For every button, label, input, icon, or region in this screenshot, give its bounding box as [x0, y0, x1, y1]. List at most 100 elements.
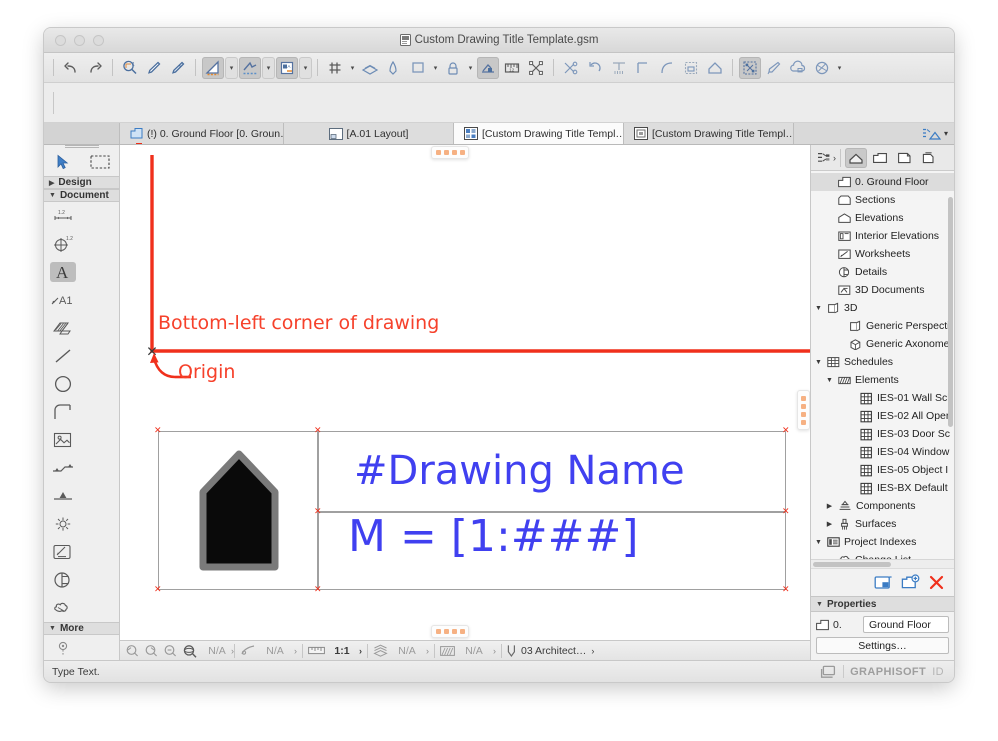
chevron-right-icon[interactable]: ▶	[825, 502, 834, 510]
drawing-title-block[interactable]: #Drawing Name M = [1:###] ✕ ✕ ✕ ✕ ✕ ✕ ✕ …	[154, 426, 790, 594]
status-value[interactable]: N/A	[261, 645, 289, 657]
chevron-right-icon[interactable]: ▶	[825, 520, 834, 528]
measure-magnifier-icon[interactable]: 1	[119, 57, 141, 79]
house-outline-icon[interactable]	[704, 57, 726, 79]
chevron-down-icon[interactable]: ▼	[814, 305, 823, 312]
navigator-vertical-scrollbar[interactable]	[948, 197, 953, 427]
navigator-item-generic-perspecti[interactable]: Generic Perspecti	[811, 317, 954, 335]
grid-hash-icon[interactable]	[324, 57, 346, 79]
cloud-revision-icon[interactable]	[787, 57, 809, 79]
story-name-field[interactable]: Ground Floor	[863, 616, 949, 633]
toolbox-group-document[interactable]: ▼ Document	[44, 189, 119, 202]
selection-node[interactable]: ✕	[782, 507, 790, 516]
new-view-plus-icon[interactable]	[901, 574, 920, 591]
project-map-button[interactable]	[845, 147, 867, 168]
tab-custom-drawing-title-template-preview[interactable]: [Custom Drawing Title Templ…	[624, 123, 794, 144]
navigator-item-change-list[interactable]: Change List	[811, 551, 954, 559]
label-a1-icon[interactable]: A1	[44, 286, 82, 314]
zoom-fit-icon[interactable]	[163, 644, 177, 657]
toolbox-group-more[interactable]: ▼ More	[44, 622, 119, 635]
navigator-item-ies-bx-default[interactable]: IES-BX Default	[811, 479, 954, 497]
navigator-item-project-indexes[interactable]: ▼ Project Indexes	[811, 533, 954, 551]
navigator-item-ies-03-door-sc[interactable]: IES-03 Door Sc	[811, 425, 954, 443]
navigator-item-3d-documents[interactable]: 3D Documents	[811, 281, 954, 299]
navigator-item-generic-axonomet[interactable]: Generic Axonomet	[811, 335, 954, 353]
pen-set-icon[interactable]	[240, 644, 256, 657]
selection-node[interactable]: ✕	[154, 426, 162, 435]
magic-wand-icon[interactable]: A	[276, 56, 298, 79]
navigator-item-0-ground-floor[interactable]: 0. Ground Floor	[811, 173, 954, 191]
tab-ground-floor[interactable]: (!) 0. Ground Floor [0. Groun…	[120, 123, 284, 144]
polyline-corner-icon[interactable]	[44, 398, 82, 426]
chevron-down-icon[interactable]: ▾	[465, 58, 476, 78]
navigator-item-components[interactable]: ▶ Components	[811, 497, 954, 515]
navigator-item-ies-05-object-i[interactable]: IES-05 Object I	[811, 461, 954, 479]
chevron-down-icon[interactable]: ▾	[347, 58, 358, 78]
status-value-scale[interactable]: 1:1	[330, 645, 354, 657]
group-nodes-icon[interactable]	[739, 56, 761, 79]
dashed-marquee-icon[interactable]	[82, 148, 120, 176]
lamp-point-icon[interactable]	[44, 635, 82, 663]
triangle-ruler-icon[interactable]	[202, 56, 224, 79]
resize-frame-icon[interactable]	[680, 57, 702, 79]
zoom-next-icon[interactable]	[144, 644, 158, 657]
navigator-item-3d[interactable]: ▼ 3D	[811, 299, 954, 317]
stack-layers-icon[interactable]	[373, 644, 388, 657]
selection-node[interactable]: ✕	[782, 585, 790, 594]
selection-node[interactable]: ✕	[314, 426, 322, 435]
text-tool[interactable]: A	[44, 258, 82, 286]
detail-circle-icon[interactable]	[44, 566, 82, 594]
arrow-pointer-icon[interactable]	[44, 148, 82, 176]
chevron-down-icon[interactable]: ▼	[825, 377, 834, 384]
picture-frame-icon[interactable]	[44, 426, 82, 454]
window-stack-icon[interactable]	[820, 665, 837, 679]
tab-layout[interactable]: [A.01 Layout]	[284, 123, 454, 144]
zoom-previous-icon[interactable]	[125, 644, 139, 657]
chevron-down-icon[interactable]: ▾	[944, 129, 948, 138]
selection-node[interactable]: ✕	[314, 585, 322, 594]
chevron-down-icon[interactable]: ▾	[430, 58, 441, 78]
pen-tip-icon[interactable]	[507, 644, 516, 658]
status-arrow[interactable]: ›	[294, 646, 297, 656]
palette-handle-top[interactable]	[431, 146, 469, 159]
status-value[interactable]: N/A	[393, 645, 421, 657]
explore-orbit-icon[interactable]	[182, 644, 198, 658]
render-sphere-icon[interactable]	[811, 57, 833, 79]
status-value[interactable]: N/A	[460, 645, 488, 657]
project-tree-icon[interactable]	[814, 150, 831, 165]
publisher-button[interactable]	[917, 148, 939, 168]
linear-dimension-icon[interactable]: 1.2	[44, 202, 82, 230]
object-settings-icon[interactable]	[477, 56, 499, 79]
tab-custom-drawing-title-template[interactable]: [Custom Drawing Title Templ…	[454, 123, 624, 144]
change-cloud-icon[interactable]	[44, 594, 82, 622]
settings-window-icon[interactable]	[874, 574, 893, 591]
navigator-more-arrow[interactable]: ›	[833, 153, 836, 163]
chevron-down-icon[interactable]: ▾	[262, 56, 275, 79]
navigator-item-ies-01-wall-sch[interactable]: IES-01 Wall Sch	[811, 389, 954, 407]
interior-elevation-icon[interactable]	[44, 510, 82, 538]
navigator-item-ies-04-window[interactable]: IES-04 Window	[811, 443, 954, 461]
navigator-item-interior-elevations[interactable]: Interior Elevations	[811, 227, 954, 245]
project-structure-icon[interactable]	[921, 127, 941, 141]
navigator-item-schedules[interactable]: ▼ Schedules	[811, 353, 954, 371]
chevron-down-icon[interactable]: ▾	[225, 56, 238, 79]
navigator-item-details[interactable]: Details	[811, 263, 954, 281]
corner-icon[interactable]	[632, 57, 654, 79]
status-arrow[interactable]: ›	[359, 646, 362, 656]
drawing-canvas[interactable]: Bottom-left corner of drawing Origin #Dr…	[120, 145, 810, 660]
toolbox-group-design[interactable]: ▶ Design	[44, 176, 119, 189]
navigator-horizontal-scrollbar[interactable]	[811, 559, 954, 568]
navigator-item-worksheets[interactable]: Worksheets	[811, 245, 954, 263]
red-x-delete-icon[interactable]	[928, 574, 945, 591]
palette-handle-right[interactable]	[797, 390, 810, 430]
ruler-icon[interactable]	[308, 645, 325, 656]
diagonal-line-icon[interactable]	[44, 342, 82, 370]
square-outline-icon[interactable]	[407, 57, 429, 79]
paintbrush-icon[interactable]	[763, 57, 785, 79]
stacked-layers-icon[interactable]	[359, 57, 381, 79]
navigator-item-elements[interactable]: ▼ Elements	[811, 371, 954, 389]
navigator-item-ies-02-all-oper[interactable]: IES-02 All Oper	[811, 407, 954, 425]
lock-icon[interactable]	[442, 57, 464, 79]
ruler-dimension-icon[interactable]: 12	[501, 57, 523, 79]
navigator-item-surfaces[interactable]: ▶ Surfaces	[811, 515, 954, 533]
